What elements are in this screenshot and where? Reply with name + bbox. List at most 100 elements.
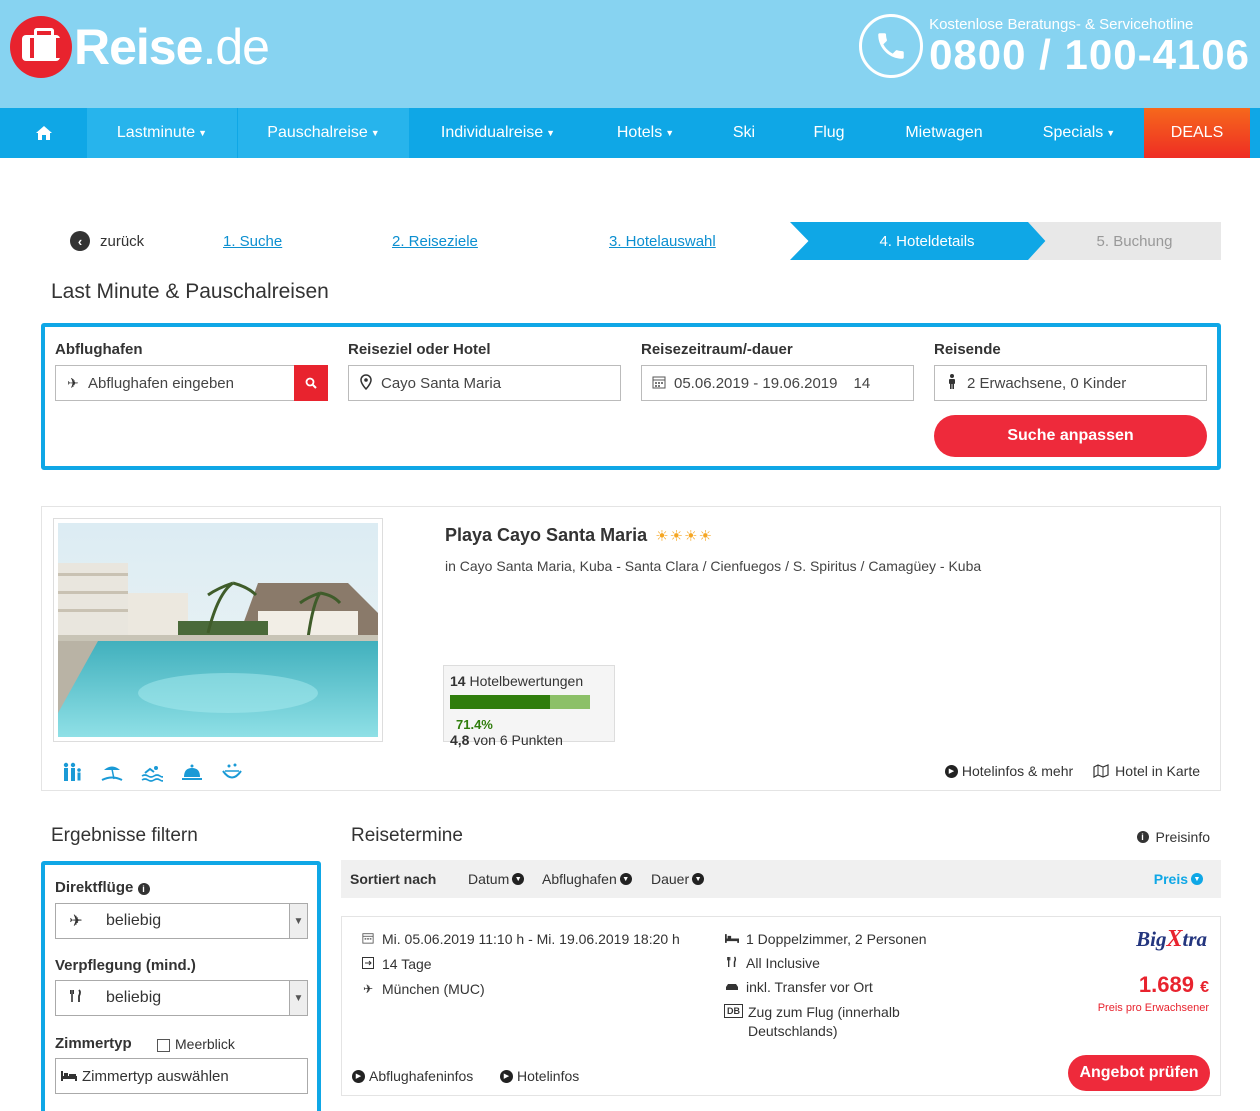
offer-airport: ✈ München (MUC) bbox=[360, 981, 485, 997]
search-form: Abflughafen ✈ Abflughafen eingeben Reise… bbox=[41, 323, 1221, 470]
star-rating-icon: ☀☀☀☀ bbox=[655, 528, 713, 545]
filter-panel: Direktflüge i ✈ beliebig ▼ Verpflegung (… bbox=[41, 861, 321, 1111]
hotel-location: in Cayo Santa Maria, Kuba - Santa Clara … bbox=[445, 558, 982, 574]
service-bell-icon bbox=[180, 761, 204, 783]
cutlery-icon bbox=[56, 988, 96, 1008]
pool-icon bbox=[140, 761, 164, 783]
room-type-label: Zimmertyp bbox=[55, 1035, 132, 1052]
sort-dauer[interactable]: Dauer ▼ bbox=[651, 871, 705, 887]
price-note: Preis pro Erwachsener bbox=[1097, 1002, 1209, 1014]
search-icon bbox=[305, 377, 317, 389]
travelers-label: Reisende bbox=[934, 341, 1001, 358]
amenities bbox=[60, 761, 244, 783]
recommendation-percent: 71.4% bbox=[456, 716, 493, 732]
step-reiseziele[interactable]: 2. Reiseziele bbox=[392, 233, 478, 250]
db-icon: DB bbox=[724, 1004, 743, 1018]
logo-text: Reise.de bbox=[74, 19, 270, 75]
nav-item-individualreise[interactable]: Individualreise ▼ bbox=[409, 108, 587, 158]
nav-item-pauschalreise[interactable]: Pauschalreise ▼ bbox=[237, 108, 409, 158]
travelers-input[interactable]: 2 Erwachsene, 0 Kinder bbox=[934, 365, 1207, 401]
departure-field-group: Abflughafen ✈ Abflughafen eingeben bbox=[55, 341, 328, 401]
offer-rail: DB Zug zum Flug (innerhalb Deutschlands) bbox=[724, 1004, 900, 1039]
seaview-checkbox[interactable]: Meerblick bbox=[157, 1036, 235, 1052]
travelers-field-group: Reisende 2 Erwachsene, 0 Kinder bbox=[934, 341, 1207, 401]
hotel-map-link[interactable]: Hotel in Karte bbox=[1093, 763, 1200, 779]
sort-preis[interactable]: Preis ▼ bbox=[1154, 871, 1203, 887]
sort-datum[interactable]: Datum ▼ bbox=[468, 871, 525, 887]
home-nav-button[interactable] bbox=[0, 108, 87, 158]
calendar-icon bbox=[650, 375, 668, 392]
calendar-icon bbox=[360, 932, 376, 947]
hotel-info-offer-link[interactable]: ▶ Hotelinfos bbox=[500, 1068, 579, 1084]
suitcase-icon bbox=[10, 16, 72, 78]
phone-icon bbox=[859, 14, 924, 78]
hotline[interactable]: Kostenlose Beratungs- & Servicehotline 0… bbox=[859, 14, 1250, 78]
chevron-right-icon: ▶ bbox=[500, 1069, 513, 1083]
offer-transfer: inkl. Transfer vor Ort bbox=[724, 979, 873, 995]
plane-icon: ✈ bbox=[362, 982, 374, 996]
period-label: Reisezeitraum/-dauer bbox=[641, 341, 793, 358]
step-suche[interactable]: 1. Suche bbox=[223, 233, 282, 250]
nav-item-mietwagen[interactable]: Mietwagen bbox=[874, 108, 1014, 158]
main-nav: Lastminute ▼ Pauschalreise ▼ Individualrei… bbox=[0, 108, 1260, 158]
hotel-links: ▶ Hotelinfos & mehr Hotel in Karte bbox=[944, 763, 1200, 779]
board-select[interactable]: beliebig ▼ bbox=[55, 980, 308, 1016]
rating-box[interactable]: 14 Hotelbewertungen 71.4% 4,8 von 6 Punk… bbox=[443, 665, 615, 748]
nav-item-deals[interactable]: DEALS bbox=[1144, 108, 1250, 158]
hotel-info-link[interactable]: ▶ Hotelinfos & mehr bbox=[944, 763, 1073, 779]
period-input[interactable]: 05.06.2019 - 19.06.2019 14 bbox=[641, 365, 914, 401]
step-hotelauswahl[interactable]: 3. Hotelauswahl bbox=[609, 233, 716, 250]
chevron-down-icon: ▼ bbox=[1191, 873, 1203, 885]
price-info-link[interactable]: i Preisinfo bbox=[1136, 829, 1210, 845]
airport-info-link[interactable]: ▶ Abflughafeninfos bbox=[352, 1068, 473, 1084]
step-bar: 1. Suche 2. Reiseziele 3. Hotelauswahl 4… bbox=[172, 222, 1221, 260]
car-icon bbox=[724, 980, 740, 994]
chevron-down-icon: ▼ bbox=[289, 904, 307, 938]
duration-icon bbox=[360, 956, 376, 972]
bed-icon bbox=[724, 932, 740, 946]
board-label: Verpflegung (mind.) bbox=[55, 957, 196, 974]
direct-flights-label: Direktflüge i bbox=[55, 879, 157, 896]
direct-flights-select[interactable]: ✈ beliebig ▼ bbox=[55, 903, 308, 939]
chevron-down-icon: ▼ bbox=[289, 981, 307, 1015]
reise-de-logo[interactable]: Reise.de bbox=[10, 16, 270, 78]
booking-steps: ‹ zurück 1. Suche 2. Reiseziele 3. Hotel… bbox=[62, 222, 1221, 260]
chevron-right-icon: ▶ bbox=[352, 1069, 365, 1083]
bed-icon bbox=[56, 1068, 82, 1085]
hotline-number[interactable]: 0800 / 100-4106 bbox=[929, 32, 1250, 77]
filter-title: Ergebnisse filtern bbox=[51, 825, 198, 846]
sort-label: Sortiert nach bbox=[350, 871, 437, 887]
info-icon[interactable]: i bbox=[137, 883, 150, 895]
person-icon bbox=[943, 374, 961, 392]
offer-board: All Inclusive bbox=[724, 955, 820, 971]
chevron-left-icon: ‹ bbox=[70, 231, 90, 251]
search-icon-button[interactable] bbox=[294, 365, 328, 401]
nav-item-flug[interactable]: Flug bbox=[784, 108, 874, 158]
search-submit-button[interactable]: Suche anpassen bbox=[934, 415, 1207, 457]
chevron-down-icon: ▼ bbox=[619, 873, 632, 885]
destination-input[interactable]: Cayo Santa Maria bbox=[348, 365, 621, 401]
destination-label: Reiseziel oder Hotel bbox=[348, 341, 491, 358]
step-buchung: 5. Buchung bbox=[1028, 222, 1221, 260]
room-type-select[interactable]: Zimmertyp auswählen bbox=[55, 1058, 308, 1094]
chevron-right-icon: ▶ bbox=[944, 764, 958, 778]
nav-item-specials[interactable]: Specials ▼ bbox=[1014, 108, 1144, 158]
period-field-group: Reisezeitraum/-dauer 05.06.2019 - 19.06.… bbox=[641, 341, 914, 401]
nav-item-lastminute[interactable]: Lastminute ▼ bbox=[87, 108, 237, 158]
chevron-down-icon: ▼ bbox=[692, 873, 705, 885]
back-button[interactable]: ‹ zurück bbox=[62, 231, 172, 251]
plane-icon: ✈ bbox=[69, 913, 83, 930]
check-offer-button[interactable]: Angebot prüfen bbox=[1068, 1055, 1210, 1091]
nav-item-ski[interactable]: Ski bbox=[704, 108, 784, 158]
beach-icon bbox=[100, 761, 124, 783]
hotel-card: Playa Cayo Santa Maria ☀☀☀☀ in Cayo Santa… bbox=[41, 506, 1221, 791]
nav-item-hotels[interactable]: Hotels ▼ bbox=[587, 108, 704, 158]
hotel-image[interactable] bbox=[53, 518, 383, 742]
info-icon: i bbox=[1136, 831, 1149, 843]
map-pin-icon bbox=[357, 373, 375, 393]
back-label: zurück bbox=[100, 232, 145, 250]
departure-input[interactable]: ✈ Abflughafen eingeben bbox=[55, 365, 328, 401]
hotline-label: Kostenlose Beratungs- & Servicehotline bbox=[929, 15, 1194, 33]
hotel-name[interactable]: Playa Cayo Santa Maria ☀☀☀☀ bbox=[445, 525, 713, 546]
sort-abflughafen[interactable]: Abflughafen ▼ bbox=[542, 871, 632, 887]
